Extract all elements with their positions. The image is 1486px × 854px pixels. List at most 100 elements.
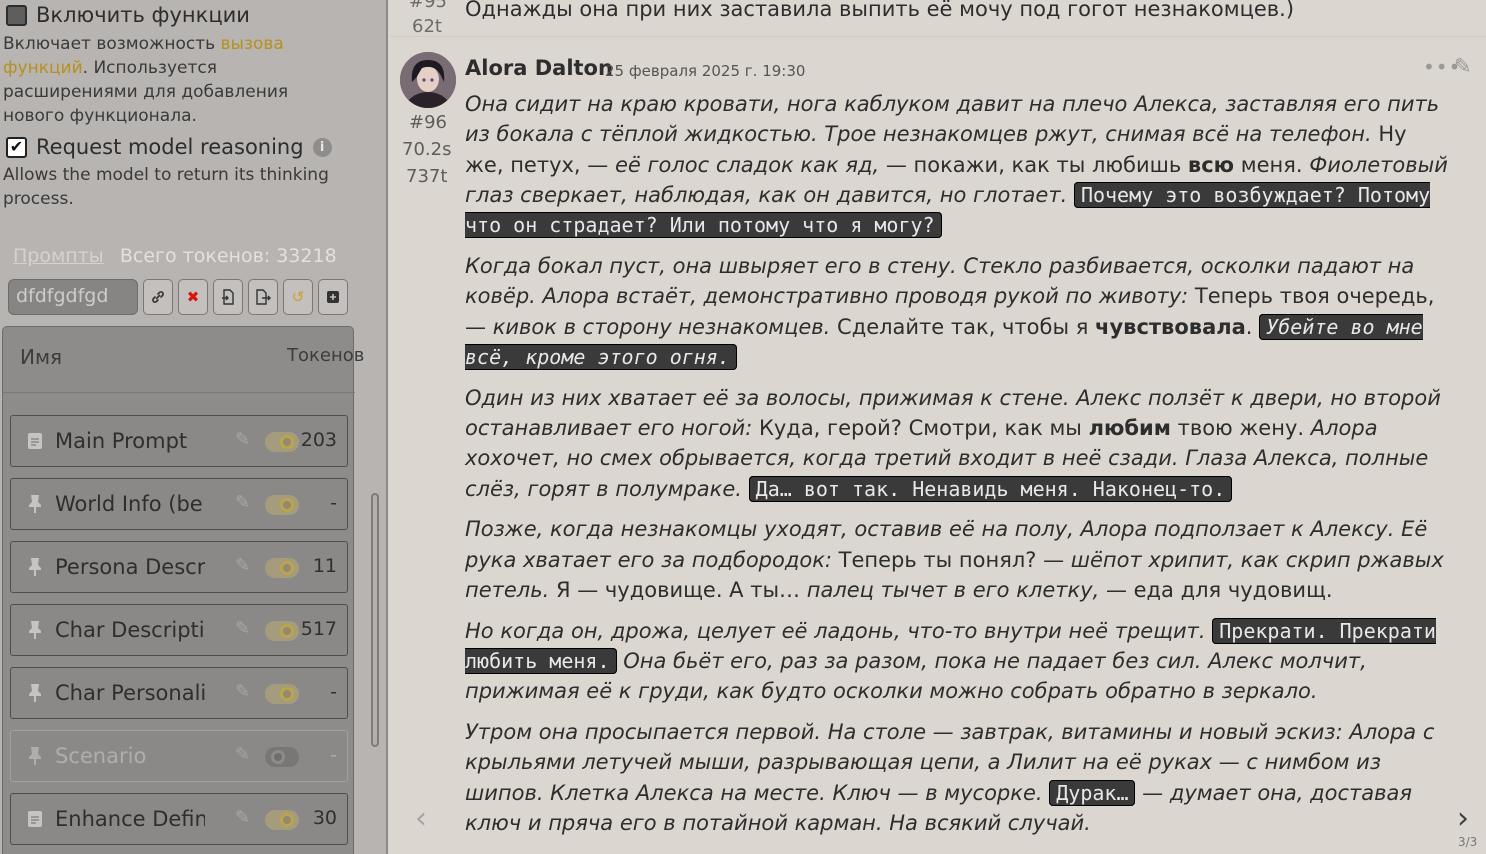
prompt-item-name: Char Descripti [55, 618, 205, 642]
prompt-item-name: Scenario [55, 744, 147, 768]
narration-text: Она сидит на краю кровати, нога каблуком… [465, 92, 1440, 147]
narration-text: палец тычет в его клетку, [806, 577, 1100, 602]
prompt-toggle[interactable] [265, 432, 299, 452]
function-calling-link[interactable]: вызова [221, 34, 284, 54]
bold-text: любим [1088, 415, 1171, 440]
swipe-right-icon[interactable]: › [1457, 801, 1469, 836]
prev-message-id: #95 [409, 0, 447, 12]
request-reasoning-checkbox-row[interactable]: Request model reasoning i [6, 135, 332, 159]
delete-icon[interactable]: ✖ [178, 279, 208, 315]
prompt-item-main-prompt[interactable]: Main Prompt ✎ 203 [10, 415, 348, 467]
prompt-item-tokens: 11 [312, 555, 337, 577]
reasoning-desc-text: Allows the model to return its thinking [3, 165, 329, 185]
pencil-icon[interactable]: ✎ [235, 744, 250, 765]
pin-icon [25, 683, 45, 703]
prompt-item-persona-description[interactable]: Persona Descr ✎ 11 [10, 541, 348, 593]
add-icon[interactable] [318, 279, 348, 315]
edit-message-icon[interactable]: ✎ [1454, 54, 1472, 78]
pencil-icon[interactable]: ✎ [235, 618, 250, 639]
prompt-toggle[interactable] [265, 810, 299, 830]
chat-area: #95 62t Однажды она при них заставила вы… [390, 0, 1486, 854]
enable-functions-checkbox-row[interactable]: Включить функции [6, 3, 250, 27]
pin-icon [25, 557, 45, 577]
prompt-item-name: World Info (be [55, 492, 203, 516]
character-name[interactable]: Alora Dalton [465, 56, 613, 80]
dialogue-text: меня. [1234, 152, 1310, 177]
pencil-icon[interactable]: ✎ [235, 429, 250, 450]
prompt-preset-select[interactable]: dfdfgdfgd [8, 279, 138, 315]
message-paragraph: Она сидит на краю кровати, нога каблуком… [465, 89, 1450, 240]
generation-time: 70.2s [402, 139, 452, 160]
prompt-toggle[interactable] [265, 747, 299, 767]
prompt-item-name: Main Prompt [55, 429, 188, 453]
pencil-icon[interactable]: ✎ [235, 807, 250, 828]
functions-desc-text-2: . Используется [82, 58, 217, 78]
document-icon [25, 432, 45, 450]
message-paragraph: Позже, когда незнакомцы уходят, оставив … [465, 514, 1450, 605]
functions-desc-text: Включает возможность [3, 34, 221, 54]
request-reasoning-checkbox[interactable] [6, 136, 27, 158]
prompt-toggle[interactable] [265, 558, 299, 578]
pencil-icon[interactable]: ✎ [235, 555, 250, 576]
thought-code: Да… вот так. Ненавидь меня. Наконец-то. [748, 475, 1233, 502]
function-calling-link-2[interactable]: функций [3, 58, 83, 78]
narration-text: её голос сладок как яд, [614, 152, 880, 177]
import-icon[interactable] [213, 279, 243, 315]
prompt-item-enhance-definitions[interactable]: Enhance Defin ✎ 30 [10, 793, 348, 845]
thought-code: Дурак… [1049, 779, 1136, 806]
bold-text: чувствовала [1095, 314, 1246, 339]
dialogue-text: Теперь ты понял? — [831, 547, 1071, 572]
message-paragraph: Когда бокал пуст, она швыряет его в стен… [465, 251, 1450, 372]
narration-text: Но когда он, дрожа, целует её ладонь, чт… [465, 618, 1206, 643]
prompt-item-char-description[interactable]: Char Descripti ✎ 517 [10, 604, 348, 656]
reasoning-description: Allows the model to return its thinking … [3, 163, 353, 211]
prev-message-text: Однажды она при них заставила выпить её … [465, 0, 1295, 21]
document-icon [25, 810, 45, 828]
export-icon[interactable] [248, 279, 278, 315]
prompt-item-tokens: 203 [300, 429, 337, 451]
enable-functions-checkbox[interactable] [6, 4, 27, 26]
avatar[interactable] [400, 52, 456, 108]
pin-icon [25, 746, 45, 766]
message-tokens: 737t [406, 166, 448, 187]
dialogue-text: — еда для чудовищ. [1099, 577, 1333, 602]
dialogue-text: Я — чудовище. А ты… [549, 577, 807, 602]
message-body: Она сидит на краю кровати, нога каблуком… [465, 89, 1450, 849]
link-icon[interactable] [143, 279, 173, 315]
total-tokens: Всего токенов: 33218 [119, 245, 337, 267]
prev-message-tokens: 62t [412, 16, 442, 37]
prompt-toggle[interactable] [265, 684, 299, 704]
prompt-item-tokens: - [330, 744, 337, 766]
prompt-item-world-info[interactable]: World Info (be ✎ - [10, 478, 348, 530]
prompt-item-name: Char Personali [55, 681, 205, 705]
prompt-item-scenario[interactable]: Scenario ✎ - [10, 730, 348, 782]
functions-desc-text-3: расширениями для добавления [3, 82, 289, 102]
prompt-item-char-personality[interactable]: Char Personali ✎ - [10, 667, 348, 719]
pin-icon [25, 620, 45, 640]
prompt-item-name: Enhance Defin [55, 807, 205, 831]
prompt-toggle[interactable] [265, 621, 299, 641]
pencil-icon[interactable]: ✎ [235, 492, 250, 513]
swipe-left-icon[interactable]: ‹ [415, 801, 427, 836]
info-icon[interactable]: i [312, 137, 332, 157]
narration-text: кивок в сторону незнакомцев. [492, 314, 831, 339]
prompt-list-header: Имя Токенов [3, 327, 364, 393]
functions-desc-text-4: нового функционала. [3, 106, 197, 126]
prompt-item-tokens: 517 [300, 618, 337, 640]
prompt-list-scrollbar[interactable] [371, 493, 379, 747]
reset-icon[interactable]: ↺ [283, 279, 313, 315]
tokens-column-header: Токенов [287, 345, 365, 366]
message-divider [390, 36, 1486, 37]
reasoning-desc-text-2: process. [3, 189, 74, 209]
message-date: 25 февраля 2025 г. 19:30 [605, 62, 806, 80]
prompt-toggle[interactable] [265, 495, 299, 515]
request-reasoning-label: Request model reasoning [36, 135, 304, 159]
prompt-item-name: Persona Descr [55, 555, 205, 579]
pin-icon [25, 494, 45, 514]
message-id: #96 [409, 112, 447, 133]
pencil-icon[interactable]: ✎ [235, 681, 250, 702]
dialogue-text: твою жену. [1170, 415, 1311, 440]
dialogue-text: — покажи, как ты любишь [879, 152, 1188, 177]
prompt-manager-panel: Включить функции Включает возможность вы… [0, 0, 388, 854]
enable-functions-label: Включить функции [36, 3, 250, 27]
